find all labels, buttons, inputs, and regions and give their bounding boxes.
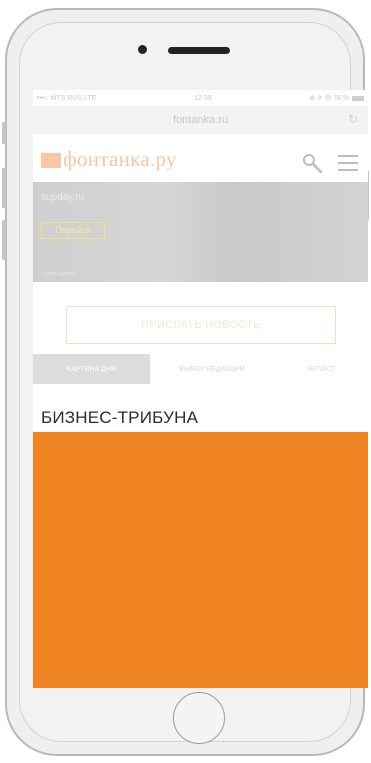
tab-kartina-dnya[interactable]: КАРТИНА ДНЯ [33,354,150,384]
ad-caption: Яндекс.Директ [41,271,76,277]
volume-up-button [2,168,6,208]
send-news-button[interactable]: ПРИСЛАТЬ НОВОСТЬ [66,306,336,344]
tab-vybor-redaktsii[interactable]: ВЫБОР РЕДАКЦИИ [150,354,274,384]
earpiece-speaker [168,47,230,54]
browser-address-bar[interactable]: fontanka.ru ↻ [33,106,368,135]
battery-indicator: ⊕ ✈ ⚙ 78 % [309,94,364,102]
logo-mark-icon[interactable] [41,153,61,168]
carrier-signal: •••○ MTS RUS LTE [37,94,97,102]
mute-switch [2,122,6,144]
front-camera [138,45,147,54]
home-button[interactable] [173,692,225,744]
ad-go-button[interactable]: Перейти [41,222,105,239]
section-title[interactable]: БИЗНЕС-ТРИБУНА [41,408,198,428]
reload-icon[interactable]: ↻ [348,112,358,126]
status-bar: •••○ MTS RUS LTE 12:39 ⊕ ✈ ⚙ 78 % [33,90,368,106]
ad-banner[interactable]: supday.ru Перейти Яндекс.Директ [33,182,368,282]
news-tabs: КАРТИНА ДНЯ ВЫБОР РЕДАКЦИИ ЧИТАЮТ [33,354,368,384]
site-logo[interactable]: фонтанка.ру [63,147,177,172]
hamburger-menu-icon[interactable] [338,155,358,171]
url-text[interactable]: fontanka.ru [33,114,368,126]
tab-chitayut[interactable]: ЧИТАЮТ [274,354,368,384]
ad-domain: supday.ru [41,192,85,203]
battery-icon [351,95,364,101]
site-header: фонтанка.ру [33,134,368,182]
clock: 12:39 [194,94,212,102]
phone-screen: •••○ MTS RUS LTE 12:39 ⊕ ✈ ⚙ 78 % fontan… [33,90,368,688]
loading-overlay [33,432,368,688]
search-icon[interactable] [301,152,323,174]
volume-down-button [2,220,6,260]
